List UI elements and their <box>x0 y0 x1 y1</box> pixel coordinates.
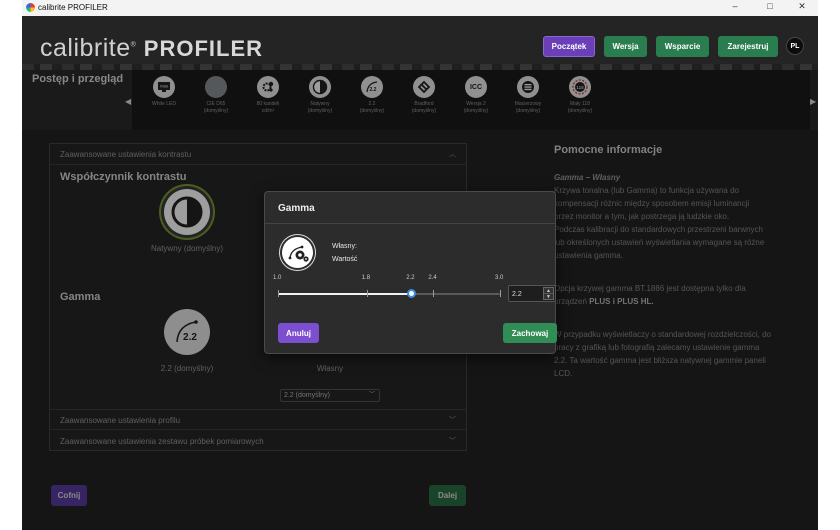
custom-gear-icon <box>282 237 313 268</box>
spin-down-icon[interactable]: ▼ <box>544 294 553 300</box>
title-bar: calibrite PROFILER – □ ✕ <box>22 0 818 16</box>
dialog-divider <box>265 223 555 224</box>
slider-tick-label: 1.8 <box>361 275 371 281</box>
dialog-title: Gamma <box>278 203 315 214</box>
slider-tick-mark <box>366 290 368 297</box>
gamma-value-input[interactable] <box>512 288 542 300</box>
custom-label: Własny: <box>332 243 357 250</box>
slider-tick-mark <box>278 290 279 297</box>
slider-thumb[interactable] <box>407 289 417 298</box>
register-button[interactable]: Zarejestruj <box>718 36 778 57</box>
slider-fill <box>278 293 412 295</box>
support-button[interactable]: Wsparcie <box>656 36 709 57</box>
window-title: calibrite PROFILER <box>38 3 108 12</box>
minimize-button[interactable]: – <box>725 1 745 15</box>
cancel-button[interactable]: Anuluj <box>278 323 319 343</box>
language-button[interactable]: PL <box>786 37 804 55</box>
slider-tick-label: 1.0 <box>273 275 282 281</box>
slider-tick-mark <box>500 290 501 297</box>
gamma-dialog: Gamma Własny: Wartość 1.0 1.8 2.2 2.4 3.0 ▲ … <box>264 191 557 354</box>
version-button[interactable]: Wersja <box>604 36 647 57</box>
gamma-value-spinbox[interactable]: ▲ ▼ <box>508 285 556 302</box>
close-button[interactable]: ✕ <box>792 1 812 15</box>
slider-tick-mark <box>433 290 435 297</box>
maximize-button[interactable]: □ <box>760 1 780 15</box>
spin-arrows: ▲ ▼ <box>543 287 554 300</box>
slider-tick-label: 2.4 <box>428 275 437 281</box>
gamma-slider[interactable] <box>278 289 501 298</box>
save-button[interactable]: Zachowaj <box>503 323 557 343</box>
logo-pro: PROFILER <box>143 36 264 61</box>
app-icon <box>26 3 35 12</box>
logo: calibrite® PROFILER <box>40 34 264 62</box>
start-button[interactable]: Początek <box>543 36 595 57</box>
slider-tick-label: 3.0 <box>495 275 504 281</box>
logo-main: calibrite <box>40 34 131 62</box>
slider-tick-label: 2.2 <box>406 275 415 281</box>
value-label: Wartość <box>332 256 358 263</box>
app-window: calibrite PROFILER – □ ✕ calibrite® PROF… <box>22 0 818 530</box>
